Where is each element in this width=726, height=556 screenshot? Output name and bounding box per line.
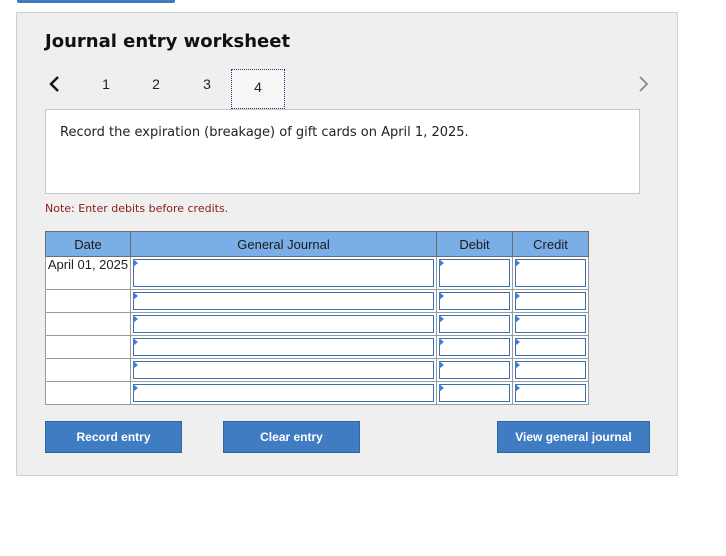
account-input[interactable] [133, 259, 434, 287]
table-row [45, 335, 589, 359]
date-cell [45, 289, 131, 313]
debit-cell[interactable] [436, 358, 513, 382]
instruction-text: Record the expiration (breakage) of gift… [60, 125, 469, 140]
debit-column-header: Debit [436, 231, 513, 257]
credit-input[interactable] [515, 384, 586, 402]
chevron-right-icon[interactable] [634, 73, 652, 95]
debit-input[interactable] [439, 361, 510, 379]
view-general-journal-button[interactable]: View general journal [497, 421, 650, 453]
credit-input[interactable] [515, 315, 586, 333]
date-cell [45, 312, 131, 336]
step-2[interactable]: 2 [141, 70, 171, 98]
clear-entry-button[interactable]: Clear entry [223, 421, 360, 453]
credit-cell[interactable] [512, 358, 589, 382]
credit-cell[interactable] [512, 289, 589, 313]
account-cell[interactable] [130, 335, 437, 359]
account-input[interactable] [133, 384, 434, 402]
account-cell[interactable] [130, 358, 437, 382]
account-cell[interactable] [130, 312, 437, 336]
table-row [45, 358, 589, 382]
credit-cell[interactable] [512, 312, 589, 336]
table-row [45, 381, 589, 405]
note-text: Note: Enter debits before credits. [45, 202, 229, 215]
account-cell[interactable] [130, 256, 437, 290]
account-input[interactable] [133, 361, 434, 379]
debit-cell[interactable] [436, 312, 513, 336]
date-column-header: Date [45, 231, 131, 257]
credit-column-header: Credit [512, 231, 589, 257]
debit-cell[interactable] [436, 256, 513, 290]
table-row [45, 312, 589, 336]
debit-input[interactable] [439, 292, 510, 310]
credit-input[interactable] [515, 338, 586, 356]
table-row: April 01, 2025 [45, 256, 589, 290]
debit-cell[interactable] [436, 335, 513, 359]
credit-input[interactable] [515, 361, 586, 379]
date-cell [45, 335, 131, 359]
instruction-box: Record the expiration (breakage) of gift… [45, 109, 640, 194]
account-input[interactable] [133, 338, 434, 356]
account-input[interactable] [133, 292, 434, 310]
debit-cell[interactable] [436, 289, 513, 313]
credit-cell[interactable] [512, 256, 589, 290]
date-cell: April 01, 2025 [45, 256, 131, 290]
account-cell[interactable] [130, 381, 437, 405]
debit-input[interactable] [439, 384, 510, 402]
record-entry-button[interactable]: Record entry [45, 421, 182, 453]
table-header-row: Date General Journal Debit Credit [45, 231, 589, 257]
date-cell [45, 381, 131, 405]
step-3[interactable]: 3 [192, 70, 222, 98]
journal-table: Date General Journal Debit Credit April … [45, 231, 589, 405]
table-row [45, 289, 589, 313]
account-input[interactable] [133, 315, 434, 333]
top-tab-indicator [17, 0, 175, 3]
credit-cell[interactable] [512, 335, 589, 359]
date-cell [45, 358, 131, 382]
credit-input[interactable] [515, 292, 586, 310]
step-4[interactable]: 4 [231, 69, 285, 109]
debit-input[interactable] [439, 315, 510, 333]
debit-input[interactable] [439, 259, 510, 287]
debit-cell[interactable] [436, 381, 513, 405]
account-cell[interactable] [130, 289, 437, 313]
general-journal-column-header: General Journal [130, 231, 437, 257]
debit-input[interactable] [439, 338, 510, 356]
credit-input[interactable] [515, 259, 586, 287]
step-1[interactable]: 1 [91, 70, 121, 98]
chevron-left-icon[interactable] [46, 73, 64, 95]
credit-cell[interactable] [512, 381, 589, 405]
page-title: Journal entry worksheet [45, 31, 291, 52]
